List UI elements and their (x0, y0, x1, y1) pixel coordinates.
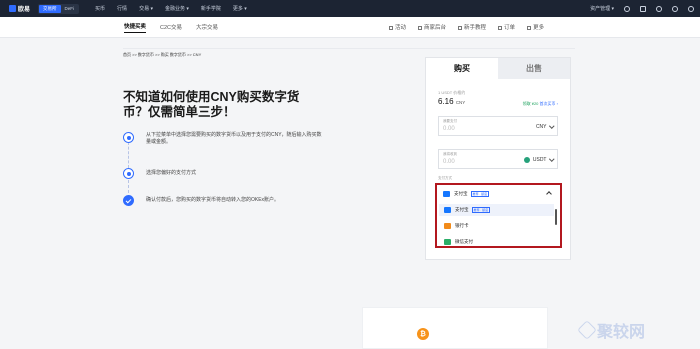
nav-buy-crypto[interactable]: 买币 (95, 5, 105, 12)
orders-icon (498, 25, 503, 30)
okex-logo[interactable]: 欧易 (9, 4, 30, 13)
content-divider (123, 48, 575, 49)
nav-finance[interactable]: 金融业务 ▾ (165, 5, 189, 12)
receive-field-label: 我将收到 (443, 152, 457, 156)
payment-option-alipay[interactable]: 支付宝 推荐 · 额度 (439, 204, 554, 216)
bank-card-icon (444, 223, 451, 229)
step-item: 选择您偏好的支付方式 (123, 168, 326, 179)
pay-currency-select[interactable]: CNY (536, 123, 554, 130)
nav-trade[interactable]: 交易 ▾ (139, 5, 153, 12)
logo-icon (9, 5, 16, 12)
chevron-down-icon (548, 156, 554, 162)
chevron-down-icon (548, 123, 554, 129)
top-right-controls: 资产管理 ▾ (590, 0, 694, 17)
usdt-icon (523, 157, 530, 163)
bottom-card: ₿ (362, 307, 548, 349)
recommend-badge: 推荐 · 额度 (470, 190, 490, 197)
receive-amount-field[interactable]: 我将收到 0.00 USDT (438, 149, 558, 169)
trade-mode-tabs: 快捷买卖 C2C交易 大宗交易 (124, 17, 218, 37)
buy-sell-tabs: 购买 出售 (426, 58, 570, 79)
payment-option-bank-card[interactable]: 银行卡 (439, 220, 554, 232)
nav-academy[interactable]: 新手学院 (201, 5, 221, 12)
sub-nav-bar: 快捷买卖 C2C交易 大宗交易 活动 商家后台 新手教程 订单 更多 (0, 17, 700, 38)
recommend-badge: 推荐 · 额度 (471, 207, 491, 213)
tab-c2c[interactable]: C2C交易 (160, 23, 182, 31)
tab-sell[interactable]: 出售 (498, 58, 570, 79)
rate-value: 6.16 CNY (438, 97, 466, 106)
download-icon[interactable] (640, 5, 646, 12)
main-nav: 买币 行情 交易 ▾ 金融业务 ▾ 新手学院 更多 ▾ (95, 5, 247, 12)
rate-label: 1 USDT 价格约 (438, 90, 466, 95)
page-title: 不知道如何使用CNY购买数字货币？仅需简单三步！ (123, 90, 300, 119)
sub-nav-links: 活动 商家后台 新手教程 订单 更多 (389, 17, 544, 37)
link-orders[interactable]: 订单 (498, 23, 515, 31)
merchant-icon (418, 25, 423, 30)
watermark: 聚较网 (577, 318, 645, 342)
receive-currency-select[interactable]: USDT (523, 156, 554, 163)
link-merchant[interactable]: 商家后台 (418, 23, 446, 31)
link-activities[interactable]: 活动 (389, 23, 406, 31)
user-icon[interactable] (624, 5, 630, 12)
tutorial-icon (458, 25, 463, 30)
pay-amount-input[interactable]: 0.00 (443, 126, 455, 132)
check-icon (123, 195, 134, 206)
step-item: 从下拉菜单中选择您需要购买的数字货币以及用于支付的CNY，随后输入购买数量或金额… (123, 132, 326, 146)
step-item: 确认付款后，您购买的数字货币将自动转入您的OKEx账户。 (123, 195, 326, 206)
alipay-icon (443, 190, 450, 197)
watermark-logo-icon (577, 320, 597, 340)
step-dot-icon (123, 168, 134, 179)
switch-defi[interactable]: DeFi (61, 5, 79, 13)
top-nav-bar: 欧易 交易所 DeFi 买币 行情 交易 ▾ 金融业务 ▾ 新手学院 更多 ▾ … (0, 0, 700, 17)
alipay-icon (444, 207, 451, 213)
globe-icon[interactable] (688, 5, 694, 12)
nav-more[interactable]: 更多 ▾ (233, 5, 247, 12)
payment-option-wechat[interactable]: 微信支付 (439, 236, 554, 248)
link-more[interactable]: 更多 (527, 23, 544, 31)
step-dot-icon (123, 132, 134, 143)
step-text: 确认付款后，您购买的数字货币将自动转入您的OKEx账户。 (146, 197, 280, 203)
asset-management-menu[interactable]: 资产管理 ▾ (590, 5, 614, 12)
more-icon (527, 25, 532, 30)
tab-quick-trade[interactable]: 快捷买卖 (124, 22, 147, 33)
activity-icon (389, 25, 393, 30)
step-text: 从下拉菜单中选择您需要购买的数字货币以及用于支付的CNY，随后输入购买数量或金额… (146, 132, 322, 145)
nav-markets[interactable]: 行情 (117, 5, 127, 12)
tab-buy[interactable]: 购买 (426, 58, 498, 79)
wechat-pay-icon (444, 239, 451, 245)
exchange-defi-switch: 交易所 DeFi (38, 3, 80, 14)
payment-method-selected[interactable]: 支付宝 推荐 · 额度 (443, 189, 555, 198)
receive-amount-input[interactable]: 0.00 (443, 159, 455, 165)
payment-method-label: 支付方式 (438, 176, 452, 180)
payment-method-dropdown[interactable]: 支付宝 推荐 · 额度 支付宝 推荐 · 额度 银行卡 微信支付 (435, 183, 562, 248)
breadcrumb[interactable]: 首页 >> 数字货币 >> 购买 数字货币 >> CNY (123, 52, 201, 58)
bitcoin-icon: ₿ (417, 328, 429, 340)
switch-exchange[interactable]: 交易所 (39, 4, 61, 13)
dropdown-scrollbar[interactable] (555, 209, 557, 225)
logo-text: 欧易 (18, 7, 31, 13)
pay-amount-field[interactable]: 我要支付 0.00 CNY (438, 116, 558, 136)
pay-field-label: 我要支付 (443, 119, 457, 123)
chevron-up-icon[interactable] (546, 191, 552, 197)
help-icon[interactable] (672, 5, 678, 12)
step-text: 选择您偏好的支付方式 (146, 170, 197, 176)
tab-block-trade[interactable]: 大宗交易 (196, 23, 218, 31)
link-tutorial[interactable]: 新手教程 (458, 23, 486, 31)
promo-link[interactable]: 领取 ¥20 首次买币 › (523, 101, 558, 107)
bell-icon[interactable] (656, 5, 662, 12)
